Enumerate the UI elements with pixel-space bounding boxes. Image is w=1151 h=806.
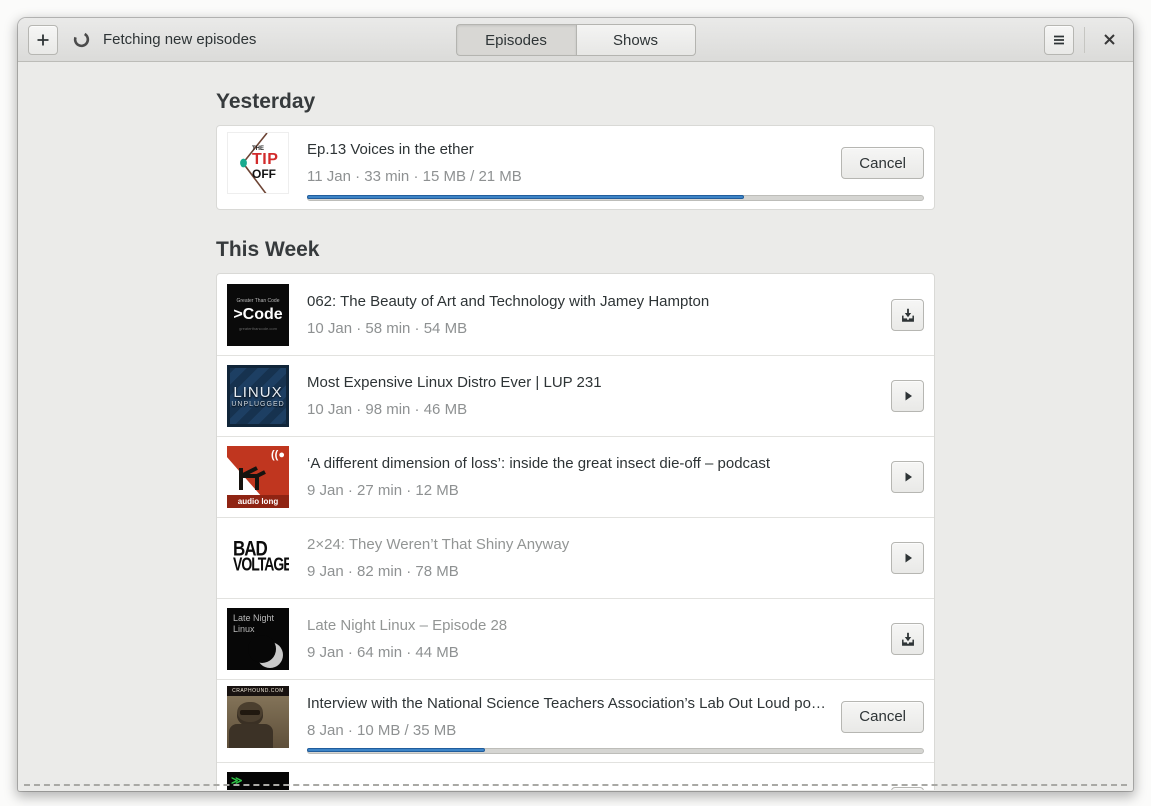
headerbar-right [1044,24,1123,55]
episode-meta: 9 Jan · 27 min · 12 MB [307,482,459,499]
close-window-button[interactable] [1095,26,1123,54]
episode-meta: 9 Jan · 82 min · 78 MB [307,563,459,580]
cover-art-irl: ≫ IRL [227,772,289,790]
episode-row-audio-long-reads: ((● audio long reads ‘A different dimens… [217,436,934,517]
play-icon [900,469,916,485]
close-icon [1102,32,1117,47]
episode-meta: 9 Jan · 64 min · 44 MB [307,644,459,661]
cover-art-audio-long-reads: ((● audio long reads [227,446,289,508]
cover-art-craphound: CRAPHOUND.COM [227,685,289,748]
headerbar-separator [1084,26,1085,53]
play-button[interactable] [891,542,924,574]
view-switcher: Episodes Shows [455,24,696,56]
add-podcast-button[interactable] [28,24,58,55]
tab-episodes[interactable]: Episodes [455,24,576,56]
play-button[interactable] [891,461,924,493]
section-heading-yesterday: Yesterday [216,90,316,113]
play-icon [900,550,916,566]
scroll-undershoot-indicator [24,784,1127,786]
episode-row-late-night-linux: Late Night Linux Late Night Linux – Epis… [217,598,934,679]
episode-title: Ep.13 Voices in the ether [307,141,474,158]
spinner-icon [73,31,90,48]
episode-title: Interview with the National Science Teac… [307,694,830,712]
download-button[interactable] [891,787,924,790]
episode-row-craphound: CRAPHOUND.COM Interview with the Nationa… [217,679,934,762]
download-progress-bar [307,748,924,754]
episode-title: Most Expensive Linux Distro Ever | LUP 2… [307,374,602,391]
status-text: Fetching new episodes [103,31,257,48]
episode-meta: 11 Jan · 33 min · 15 MB / 21 MB [307,168,522,185]
episode-title: 2×24: They Weren’t That Shiny Anyway [307,536,570,553]
episode-meta: 10 Jan · 58 min · 54 MB [307,319,468,337]
episode-title: ‘A different dimension of loss’: inside … [307,455,771,472]
episode-row-linux-unplugged: LINUX UNPLUGGED Most Expensive Linux Dis… [217,355,934,436]
this-week-card: Greater Than Code >Code greaterthancode.… [216,273,935,790]
download-icon [900,631,916,647]
menu-button[interactable] [1044,24,1074,55]
cover-art-linux-unplugged: LINUX UNPLUGGED [227,365,289,427]
cover-art-the-tip-off: THE TIP OFF [227,132,289,194]
episode-row-greater-than-code: Greater Than Code >Code greaterthancode.… [217,274,934,355]
episode-title: Bot or Not [307,790,879,791]
headerbar[interactable]: Fetching new episodes Episodes Shows [18,18,1133,62]
play-icon [900,388,916,404]
tab-shows[interactable]: Shows [575,24,696,56]
episodes-view: Yesterday THE TIP OFF Ep.13 Voices in th… [18,62,1133,790]
episode-row-bad-voltage: BAD VOLTAGE 2×24: They Weren’t That Shin… [217,517,934,598]
download-progress-bar [307,195,924,201]
app-window: Fetching new episodes Episodes Shows Yes… [18,18,1133,791]
cancel-download-button[interactable]: Cancel [841,700,924,733]
hamburger-menu-icon [1051,32,1067,48]
play-button[interactable] [891,380,924,412]
download-button[interactable] [891,298,924,331]
download-icon [900,307,916,323]
episode-title: Late Night Linux – Episode 28 [307,617,508,634]
cancel-download-button[interactable]: Cancel [841,147,924,179]
guardian-roundel-icon: ((● [271,449,285,461]
headerbar-left: Fetching new episodes [28,24,257,55]
section-heading-this-week: This Week [216,238,320,261]
cover-art-greater-than-code: Greater Than Code >Code greaterthancode.… [227,283,289,346]
episode-title: 062: The Beauty of Art and Technology wi… [307,292,710,310]
cover-art-bad-voltage: BAD VOLTAGE [227,527,289,589]
episode-meta: 8 Jan · 10 MB / 35 MB [307,721,457,739]
episode-meta: 10 Jan · 98 min · 46 MB [307,401,468,418]
episode-row-tip-off: THE TIP OFF Ep.13 Voices in the ether 11… [217,126,934,209]
crescent-moon-icon [248,635,283,668]
cover-art-late-night-linux: Late Night Linux [227,608,289,670]
download-button[interactable] [891,623,924,655]
yesterday-card: THE TIP OFF Ep.13 Voices in the ether 11… [216,125,935,210]
plus-icon [35,32,51,48]
